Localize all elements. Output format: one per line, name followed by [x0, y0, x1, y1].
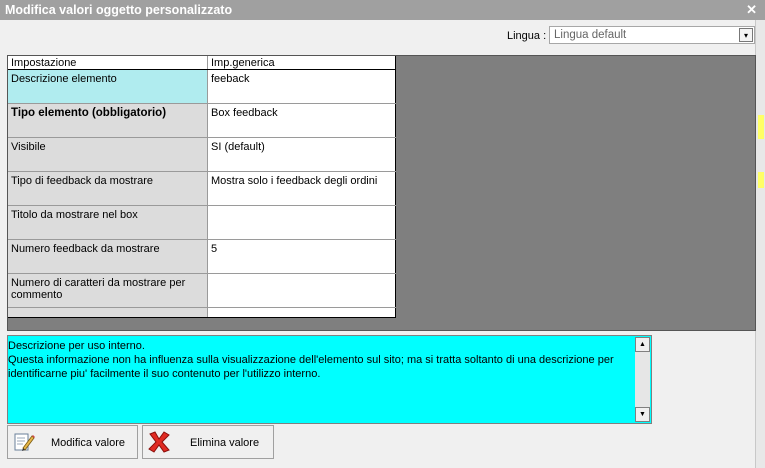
setting-value-cell[interactable]: 5: [207, 239, 396, 274]
table-row[interactable]: Titolo da mostrare nel box: [8, 205, 396, 240]
language-select[interactable]: Lingua default ▾: [549, 26, 755, 44]
table-row[interactable]: Visibile SI (default): [8, 137, 396, 172]
table-header-row: Impostazione Imp.generica: [8, 56, 396, 70]
red-x-icon: [148, 431, 170, 453]
setting-name-cell[interactable]: Numero di caratteri da mostrare per comm…: [8, 273, 208, 308]
table-row[interactable]: Numero di caratteri da mostrare per comm…: [8, 273, 396, 308]
table-row[interactable]: Tipo di feedback da mostrare Mostra solo…: [8, 171, 396, 206]
language-label: Lingua :: [507, 30, 547, 42]
setting-name-cell[interactable]: Descrizione elemento: [8, 69, 208, 104]
setting-value-cell[interactable]: [207, 205, 396, 240]
delete-value-button[interactable]: Elimina valore: [142, 425, 274, 459]
setting-name-cell[interactable]: Numero feedback da mostrare: [8, 239, 208, 274]
column-header-imp-generica: Imp.generica: [207, 56, 396, 70]
setting-value-cell[interactable]: feeback: [207, 69, 396, 104]
background-window-edge: [755, 20, 765, 468]
table-row[interactable]: Descrizione elemento feeback: [8, 69, 396, 104]
table-row[interactable]: Numero feedback da mostrare 5: [8, 239, 396, 274]
scroll-down-arrow-icon[interactable]: ▼: [635, 407, 650, 422]
setting-value-cell[interactable]: [207, 273, 396, 308]
column-header-impostazione: Impostazione: [8, 56, 208, 70]
window-titlebar: Modifica valori oggetto personalizzato ✕: [0, 0, 765, 20]
setting-value-cell[interactable]: Mostra solo i feedback degli ordini: [207, 171, 396, 206]
chevron-down-icon[interactable]: ▾: [739, 28, 753, 42]
description-scrollbar[interactable]: ▲ ▼: [635, 337, 650, 422]
modify-value-label: Modifica valore: [51, 437, 125, 449]
background-highlight: [758, 172, 764, 188]
background-highlight: [758, 115, 764, 139]
table-row-empty: [8, 307, 396, 318]
setting-value-cell[interactable]: SI (default): [207, 137, 396, 172]
language-selected-value: Lingua default: [554, 29, 627, 41]
modify-value-button[interactable]: Modifica valore: [7, 425, 138, 459]
setting-name-cell[interactable]: Tipo di feedback da mostrare: [8, 171, 208, 206]
scroll-up-arrow-icon[interactable]: ▲: [635, 337, 650, 352]
empty-cell: [207, 307, 396, 318]
properties-table: Impostazione Imp.generica Descrizione el…: [8, 56, 396, 318]
setting-name-cell[interactable]: Tipo elemento (obbligatorio): [8, 103, 208, 138]
setting-name-cell[interactable]: Titolo da mostrare nel box: [8, 205, 208, 240]
description-textarea[interactable]: Descrizione per uso interno. Questa info…: [7, 335, 652, 424]
delete-value-label: Elimina valore: [190, 437, 260, 449]
close-icon[interactable]: ✕: [746, 0, 757, 20]
window-title: Modifica valori oggetto personalizzato: [5, 3, 233, 17]
edit-note-icon: [14, 433, 35, 451]
setting-value-cell[interactable]: Box feedback: [207, 103, 396, 138]
empty-cell: [8, 307, 208, 318]
description-text: Descrizione per uso interno. Questa info…: [8, 340, 614, 380]
setting-name-cell[interactable]: Visibile: [8, 137, 208, 172]
table-row[interactable]: Tipo elemento (obbligatorio) Box feedbac…: [8, 103, 396, 138]
